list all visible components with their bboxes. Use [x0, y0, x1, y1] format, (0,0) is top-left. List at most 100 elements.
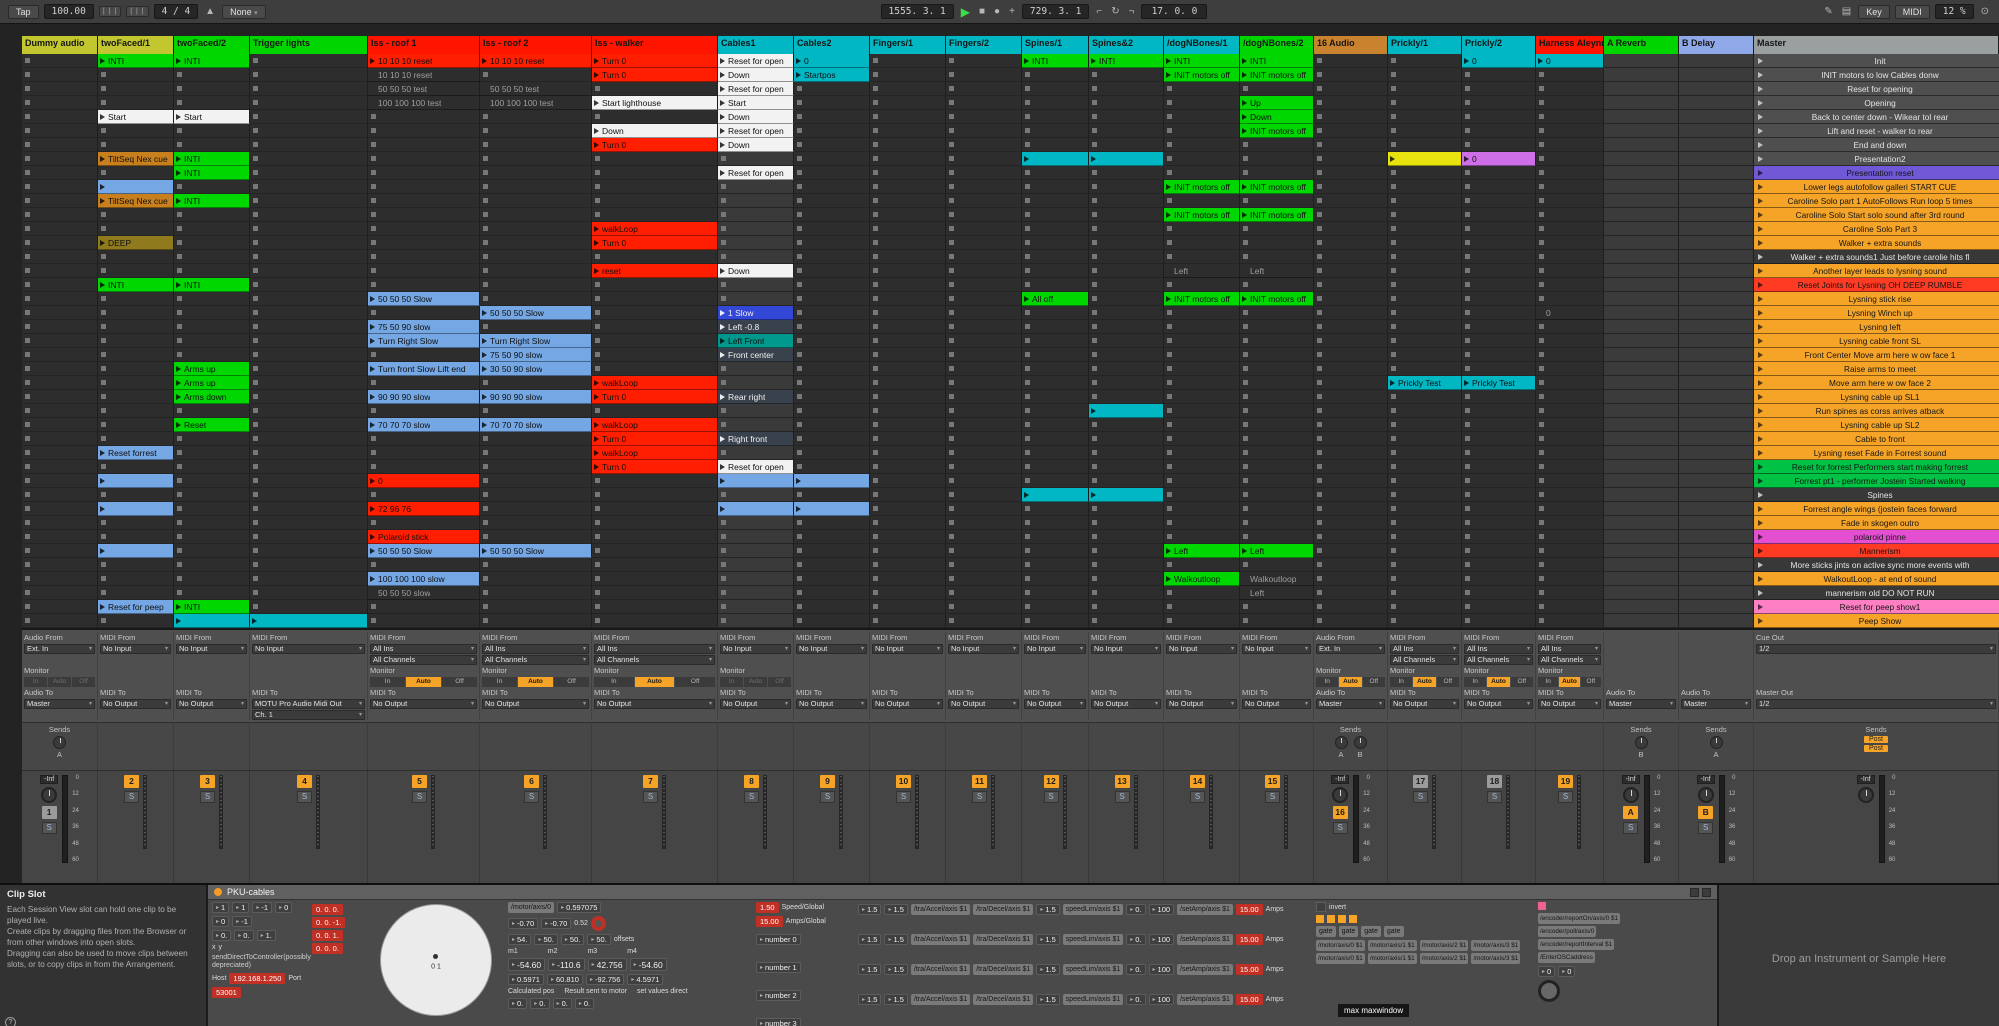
empty-clip-slot[interactable] — [1604, 292, 1679, 306]
empty-clip-slot[interactable] — [1462, 320, 1536, 334]
empty-clip-slot[interactable] — [1022, 68, 1089, 82]
empty-clip-slot[interactable] — [718, 250, 794, 264]
empty-clip-slot[interactable] — [870, 194, 946, 208]
number-box[interactable]: -54.60 — [508, 958, 545, 971]
empty-clip-slot[interactable] — [1164, 516, 1240, 530]
message-box[interactable]: 0. 0. 0. — [312, 943, 343, 954]
output-dropdown[interactable]: Master▾ — [24, 699, 95, 709]
empty-clip-slot[interactable] — [98, 404, 174, 418]
monitor-option[interactable]: Off — [1363, 677, 1385, 687]
empty-clip-slot[interactable] — [480, 502, 592, 516]
empty-clip-slot[interactable] — [1679, 152, 1754, 166]
empty-clip-slot[interactable] — [1536, 250, 1604, 264]
clip[interactable]: INTI — [174, 152, 250, 166]
empty-clip-slot[interactable] — [250, 558, 368, 572]
empty-clip-slot[interactable] — [1314, 278, 1388, 292]
empty-clip-slot[interactable] — [1536, 600, 1604, 614]
empty-clip-slot[interactable] — [1462, 124, 1536, 138]
empty-clip-slot[interactable] — [1679, 194, 1754, 208]
empty-clip-slot[interactable] — [480, 152, 592, 166]
empty-clip-slot[interactable] — [1536, 376, 1604, 390]
volume-value[interactable]: -Inf — [1857, 775, 1875, 784]
empty-clip-slot[interactable] — [592, 152, 718, 166]
empty-clip-slot[interactable] — [592, 404, 718, 418]
empty-clip-slot[interactable] — [718, 488, 794, 502]
empty-clip-slot[interactable] — [870, 474, 946, 488]
scene-play-icon[interactable] — [1758, 128, 1763, 134]
clip-play-icon[interactable] — [720, 114, 725, 120]
clip-play-icon[interactable] — [482, 548, 487, 554]
clip[interactable]: Left -0.8 — [718, 320, 794, 334]
motor-address-message[interactable]: /motor/axis/0 — [508, 902, 554, 913]
volume-knob[interactable] — [1698, 787, 1714, 803]
time-signature[interactable]: 4 / 4 — [154, 4, 199, 19]
clip[interactable]: Walkoutloop — [1164, 572, 1240, 586]
empty-clip-slot[interactable] — [174, 544, 250, 558]
clip[interactable]: 70 70 70 slow — [368, 418, 480, 432]
output-dropdown[interactable]: No Output▾ — [1242, 699, 1311, 709]
input-dropdown[interactable]: No Input▾ — [1091, 644, 1161, 654]
empty-clip-slot[interactable] — [1536, 544, 1604, 558]
empty-clip-slot[interactable] — [946, 376, 1022, 390]
host-value[interactable]: 192.168.1.250 — [229, 973, 285, 984]
loop-start[interactable]: 729. 3. 1 — [1022, 4, 1089, 19]
scene-play-icon[interactable] — [1758, 156, 1763, 162]
volume-value[interactable]: -Inf — [1697, 775, 1715, 784]
clip[interactable]: INIT motors off — [1240, 208, 1314, 222]
message-box[interactable]: /tra/Accel/axis $1 — [911, 964, 970, 975]
empty-clip-slot[interactable] — [946, 68, 1022, 82]
empty-clip-slot[interactable] — [22, 516, 98, 530]
empty-clip-slot[interactable] — [1388, 334, 1462, 348]
number-box[interactable]: 1.5 — [884, 934, 907, 945]
clip[interactable]: Arms down — [174, 390, 250, 404]
empty-clip-slot[interactable] — [1679, 376, 1754, 390]
clip-play-icon[interactable] — [796, 506, 801, 512]
empty-clip-slot[interactable] — [1089, 306, 1164, 320]
empty-clip-slot[interactable] — [1536, 82, 1604, 96]
scene-play-icon[interactable] — [1758, 310, 1763, 316]
empty-clip-slot[interactable] — [250, 404, 368, 418]
scene-play-icon[interactable] — [1758, 226, 1763, 232]
empty-clip-slot[interactable] — [1164, 306, 1240, 320]
empty-clip-slot[interactable] — [1164, 236, 1240, 250]
empty-clip-slot[interactable] — [592, 572, 718, 586]
empty-clip-slot[interactable] — [1022, 460, 1089, 474]
track-header-harness-aleynno[interactable]: Harness Aleynno — [1536, 36, 1604, 54]
clip[interactable]: Start lighthouse — [592, 96, 718, 110]
clip[interactable]: INTI — [1022, 54, 1089, 68]
clip[interactable] — [718, 474, 794, 488]
empty-clip-slot[interactable] — [870, 236, 946, 250]
track-header-lss-walker[interactable]: lss - walker — [592, 36, 718, 54]
empty-clip-slot[interactable] — [250, 110, 368, 124]
empty-clip-slot[interactable] — [368, 250, 480, 264]
track-activator[interactable]: 8 — [744, 775, 759, 788]
input-dropdown[interactable]: No Input▾ — [872, 644, 943, 654]
empty-clip-slot[interactable] — [1679, 558, 1754, 572]
empty-clip-slot[interactable] — [1462, 404, 1536, 418]
empty-clip-slot[interactable] — [1604, 572, 1679, 586]
empty-clip-slot[interactable] — [1089, 124, 1164, 138]
empty-clip-slot[interactable] — [480, 404, 592, 418]
empty-clip-slot[interactable] — [870, 82, 946, 96]
clip-play-icon[interactable] — [176, 114, 181, 120]
empty-clip-slot[interactable] — [1240, 82, 1314, 96]
track-header-cables2[interactable]: Cables2 — [794, 36, 870, 54]
scene-slot[interactable]: Lift and reset - walker to rear — [1754, 124, 1999, 138]
empty-clip-slot[interactable] — [1462, 138, 1536, 152]
scene-slot[interactable]: Presentation reset — [1754, 166, 1999, 180]
empty-clip-slot[interactable] — [794, 306, 870, 320]
empty-clip-slot[interactable] — [870, 264, 946, 278]
gate-toggle-icon[interactable] — [1327, 915, 1335, 923]
empty-clip-slot[interactable] — [1604, 446, 1679, 460]
clip-play-icon[interactable] — [796, 478, 801, 484]
empty-clip-slot[interactable] — [1536, 334, 1604, 348]
empty-clip-slot[interactable] — [794, 110, 870, 124]
empty-clip-slot[interactable] — [1604, 250, 1679, 264]
clip[interactable]: INTI — [1240, 54, 1314, 68]
empty-clip-slot[interactable] — [1536, 320, 1604, 334]
solo-button[interactable]: S — [643, 791, 658, 803]
empty-clip-slot[interactable] — [368, 278, 480, 292]
empty-clip-slot[interactable] — [1679, 320, 1754, 334]
clip-play-icon[interactable] — [1242, 296, 1247, 302]
empty-clip-slot[interactable] — [250, 68, 368, 82]
